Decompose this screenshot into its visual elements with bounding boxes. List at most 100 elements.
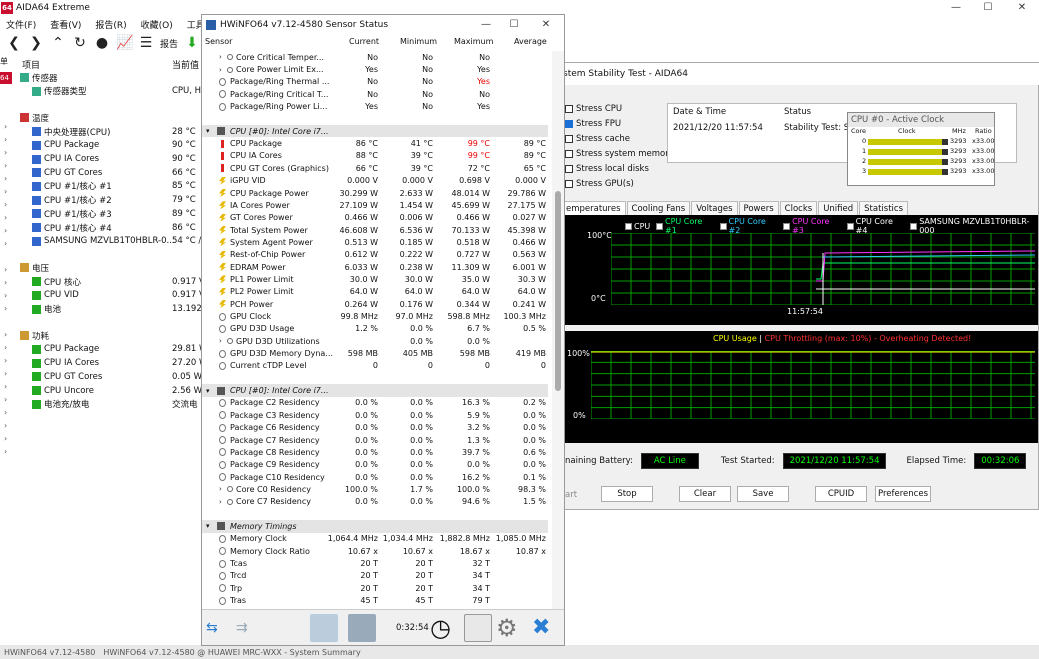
switch-icon[interactable] — [348, 614, 376, 642]
collapse-icon[interactable]: ▾ — [206, 127, 210, 135]
sensor-row[interactable]: CPU Package Power 30.299 W 2.633 W 48.014 W… — [202, 187, 548, 199]
sensor-section-header[interactable]: ▾ CPU [#0]: Intel Core i7... — [202, 125, 548, 138]
tree-volt-item[interactable]: CPU VID 0.917 V — [18, 289, 208, 302]
stress-checkbox[interactable] — [565, 120, 573, 128]
tree-power-item[interactable]: CPU IA Cores 27.20 W — [18, 357, 208, 370]
taskbar-item-summary[interactable]: HWiNFO64 v7.12-4580 @ HUAWEI MRC-WXX - S… — [103, 648, 360, 657]
legend-checkbox[interactable] — [783, 222, 791, 230]
sensor-row[interactable]: IA Cores Power 27.109 W 1.454 W 45.699 W 27.… — [202, 199, 548, 211]
sensor-row[interactable]: › Core C7 Residency 0.0 % 0.0 % 94.6 % 1.5 % — [202, 496, 548, 508]
forward-icon[interactable]: ❯ — [28, 35, 44, 51]
tree-power-item[interactable]: 电池充/放电 交流电 — [18, 398, 208, 411]
stress-checkbox[interactable] — [565, 165, 573, 173]
tree-group-voltage[interactable]: 电压 — [18, 261, 208, 274]
stress-option[interactable]: Stress system memory — [565, 149, 674, 159]
col-sensor[interactable]: Sensor — [205, 37, 232, 46]
sensor-row[interactable]: GPU D3D Memory Dyna... 598 MB 405 MB 598 MB… — [202, 347, 548, 359]
save-button[interactable]: Save — [737, 486, 789, 502]
expand-icon[interactable]: › — [219, 485, 222, 493]
scrollbar-thumb[interactable] — [555, 191, 561, 391]
sensor-row[interactable]: Package C2 Residency 0.0 % 0.0 % 16.3 % 0.2 … — [202, 397, 548, 409]
tree-temp-item[interactable]: CPU #1/核心 #2 79 °C — [18, 194, 208, 207]
legend-checkbox[interactable] — [846, 222, 854, 230]
tab-voltages[interactable]: Voltages — [691, 201, 738, 216]
sensor-row[interactable]: Package/Ring Critical T... No No No — [202, 88, 548, 100]
sensor-row[interactable]: Current cTDP Level 0 0 0 0 — [202, 360, 548, 372]
sensor-row[interactable]: CPU Package 86 °C 41 °C 99 °C 89 °C — [202, 137, 548, 149]
tree-sensor-type[interactable]: 传感器类型 CPU, HI — [18, 85, 208, 98]
sensor-row[interactable]: PCH Power 0.264 W 0.176 W 0.344 W 0.241 W — [202, 298, 548, 310]
sensor-row[interactable]: Package C6 Residency 0.0 % 0.0 % 3.2 % 0.0 % — [202, 422, 548, 434]
report-icon[interactable] — [464, 614, 492, 642]
clear-button[interactable]: Clear — [679, 486, 731, 502]
user-icon[interactable]: ● — [94, 35, 110, 51]
sensor-row[interactable]: Memory Clock 1,064.4 MHz 1,034.4 MHz 1,882.… — [202, 533, 548, 545]
download-icon[interactable]: ⬇ — [184, 35, 200, 51]
start-button[interactable]: art — [565, 490, 577, 500]
sensor-row[interactable]: Package C3 Residency 0.0 % 0.0 % 5.9 % 0.0 % — [202, 409, 548, 421]
sensor-row[interactable]: EDRAM Power 6.033 W 0.238 W 11.309 W 6.001 W — [202, 261, 548, 273]
sensor-row[interactable]: Package C8 Residency 0.0 % 0.0 % 39.7 % 0.6 … — [202, 446, 548, 458]
stop-button[interactable]: Stop — [601, 486, 653, 502]
tab-clocks[interactable]: Clocks — [779, 201, 818, 216]
hw-close-icon[interactable]: ✕ — [530, 17, 562, 33]
tree-group-temperature[interactable]: 温度 — [18, 111, 208, 124]
tree-power-item[interactable]: CPU Uncore 2.56 W — [18, 384, 208, 397]
tab-powers[interactable]: Powers — [738, 201, 779, 216]
col-date-header[interactable]: Date & Time — [673, 107, 726, 117]
tree-volt-item[interactable]: 电池 13.192 — [18, 303, 208, 316]
expand-icon[interactable]: › — [219, 66, 222, 74]
sensor-row[interactable]: › Core Power Limit Ex... Yes No Yes — [202, 63, 548, 75]
nav-next-icon[interactable]: ⇉ — [236, 620, 248, 636]
refresh-icon[interactable]: ↻ — [72, 35, 88, 51]
col-item-header[interactable]: 项目 — [22, 58, 40, 71]
stress-option[interactable]: Stress CPU — [565, 104, 622, 114]
minimize-icon[interactable]: — — [940, 0, 972, 16]
nav-left-right-icon[interactable]: ⇆ — [206, 620, 218, 636]
hwinfo-sensor-list[interactable]: › Core Critical Temper... No No No › Core Powe… — [202, 51, 552, 623]
sensor-row[interactable]: Package C10 Residency 0.0 % 0.0 % 16.2 % 0.1… — [202, 471, 548, 483]
expand-icon[interactable]: › — [219, 337, 222, 345]
menu-report[interactable]: 报告(R) — [95, 18, 126, 31]
chart-icon[interactable]: 📈 — [116, 35, 133, 51]
sensor-row[interactable]: Trcd 20 T 20 T 34 T — [202, 570, 548, 582]
network-icon[interactable] — [310, 614, 338, 642]
col-maximum[interactable]: Maximum — [454, 37, 493, 46]
hwinfo-scrollbar[interactable] — [552, 51, 564, 623]
report-icon[interactable]: ☰ — [138, 35, 154, 51]
clock-icon[interactable]: ◷ — [430, 614, 451, 642]
sensor-section-header[interactable]: ▾ Memory Timings — [202, 520, 548, 533]
sensor-row[interactable]: Package C9 Residency 0.0 % 0.0 % 0.0 % 0.0 % — [202, 459, 548, 471]
sensor-row[interactable]: Tras 45 T 45 T 79 T — [202, 594, 548, 606]
sensor-row[interactable]: System Agent Power 0.513 W 0.185 W 0.518 W 0… — [202, 236, 548, 248]
tree-temp-item[interactable]: CPU #1/核心 #4 86 °C — [18, 221, 208, 234]
tree-temp-item[interactable]: SAMSUNG MZVLB1T0HBLR-0... 54 °C / — [18, 235, 208, 248]
sensor-row[interactable]: › GPU D3D Utilizations 0.0 % 0.0 % — [202, 335, 548, 347]
tree-expand-arrows[interactable]: › › › › › › › › › › › › › › › › › › › › › › › › — [4, 120, 7, 458]
stress-option[interactable]: Stress GPU(s) — [565, 179, 634, 189]
collapse-icon[interactable]: ▾ — [206, 522, 210, 530]
tree-group-sensor[interactable]: 传感器 — [18, 71, 208, 84]
close-icon[interactable]: ✕ — [1006, 0, 1038, 16]
sensor-row[interactable]: Package/Ring Power Li... Yes No Yes — [202, 100, 548, 112]
sensor-row[interactable]: CPU IA Cores 88 °C 39 °C 99 °C 89 °C — [202, 150, 548, 162]
sensor-row[interactable]: Tcas 20 T 20 T 32 T — [202, 557, 548, 569]
stress-checkbox[interactable] — [565, 150, 573, 158]
stress-checkbox[interactable] — [565, 135, 573, 143]
menu-view[interactable]: 查看(V) — [50, 18, 81, 31]
sensor-row[interactable]: Package C7 Residency 0.0 % 0.0 % 1.3 % 0.0 % — [202, 434, 548, 446]
stress-checkbox[interactable] — [565, 105, 573, 113]
stress-option[interactable]: Stress FPU — [565, 119, 621, 129]
sensor-row[interactable]: › Core C0 Residency 100.0 % 1.7 % 100.0 % 98.… — [202, 483, 548, 495]
tree-power-item[interactable]: CPU Package 29.81 W — [18, 343, 208, 356]
back-icon[interactable]: ❮ — [6, 35, 22, 51]
sensor-row[interactable]: GPU D3D Usage 1.2 % 0.0 % 6.7 % 0.5 % — [202, 323, 548, 335]
stress-option[interactable]: Stress cache — [565, 134, 630, 144]
tab-statistics[interactable]: Statistics — [859, 201, 909, 216]
tree-power-item[interactable]: CPU GT Cores 0.05 W — [18, 370, 208, 383]
legend-checkbox[interactable] — [910, 222, 918, 230]
preferences-button[interactable]: Preferences — [875, 486, 931, 502]
tree-temp-item[interactable]: CPU #1/核心 #3 89 °C — [18, 207, 208, 220]
sensor-row[interactable]: GPU Clock 99.8 MHz 97.0 MHz 598.8 MHz 100.3 … — [202, 310, 548, 322]
sensor-row[interactable]: CPU GT Cores (Graphics) 66 °C 39 °C 72 °C 65… — [202, 162, 548, 174]
